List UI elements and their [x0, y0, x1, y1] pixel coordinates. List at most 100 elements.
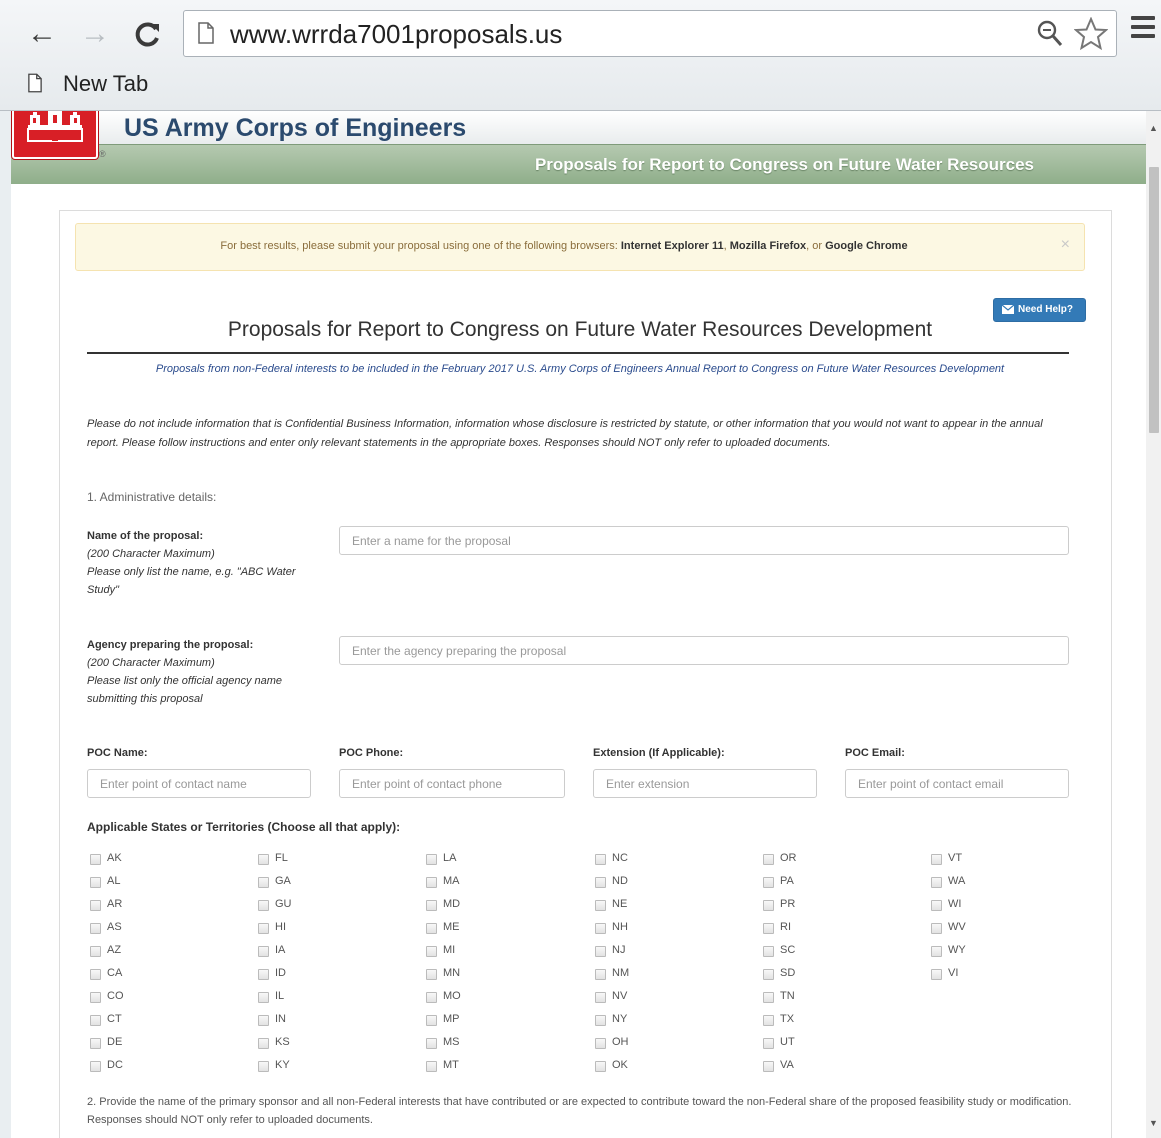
- checkbox[interactable]: [763, 969, 774, 980]
- scroll-thumb[interactable]: [1149, 167, 1159, 433]
- checkbox[interactable]: [931, 923, 942, 934]
- poc-email-label: POC Email:: [845, 747, 905, 759]
- state-code: MA: [443, 875, 460, 887]
- checkbox[interactable]: [763, 1038, 774, 1049]
- state-code: AR: [107, 898, 123, 910]
- checkbox[interactable]: [763, 923, 774, 934]
- checkbox[interactable]: [763, 854, 774, 865]
- checkbox[interactable]: [931, 900, 942, 911]
- scrollbar[interactable]: ▲ ▼: [1146, 111, 1161, 1138]
- site-header: Proposals for Report to Congress on Futu…: [11, 111, 1146, 184]
- address-bar[interactable]: www.wrrda7001proposals.us: [183, 10, 1117, 57]
- checkbox[interactable]: [426, 969, 437, 980]
- reload-button[interactable]: [128, 14, 168, 54]
- menu-icon[interactable]: [1131, 16, 1155, 40]
- proposal-name-label: Name of the proposal: (200 Character Max…: [87, 527, 327, 599]
- state-code: VT: [948, 852, 963, 864]
- scroll-down-arrow-icon[interactable]: ▼: [1149, 1118, 1158, 1128]
- bookmark-star-icon[interactable]: [1074, 17, 1108, 51]
- state-code: OR: [780, 852, 797, 864]
- checkbox[interactable]: [258, 1061, 269, 1072]
- label-main: Agency preparing the proposal:: [87, 639, 254, 651]
- checkbox[interactable]: [763, 1015, 774, 1026]
- checkbox[interactable]: [426, 992, 437, 1003]
- checkbox[interactable]: [258, 877, 269, 888]
- checkbox[interactable]: [258, 1015, 269, 1026]
- state-code: NJ: [612, 944, 626, 956]
- checkbox[interactable]: [426, 900, 437, 911]
- browser-toolbar: ← → www.wrrda7001proposals.us New Tab: [0, 0, 1161, 111]
- checkbox[interactable]: [426, 877, 437, 888]
- checkbox[interactable]: [90, 946, 101, 957]
- checkbox[interactable]: [763, 877, 774, 888]
- state-code: GA: [275, 875, 291, 887]
- checkbox[interactable]: [595, 854, 606, 865]
- checkbox[interactable]: [258, 854, 269, 865]
- poc-name-input[interactable]: [87, 769, 311, 798]
- label-hint: Please only list the name, e.g. "ABC Wat…: [87, 566, 296, 596]
- checkbox[interactable]: [595, 1038, 606, 1049]
- checkbox[interactable]: [90, 992, 101, 1003]
- state-code: VI: [948, 967, 959, 979]
- state-code: CT: [107, 1013, 122, 1025]
- poc-email-input[interactable]: [845, 769, 1069, 798]
- checkbox[interactable]: [258, 923, 269, 934]
- checkbox[interactable]: [258, 900, 269, 911]
- checkbox[interactable]: [426, 1038, 437, 1049]
- checkbox[interactable]: [595, 946, 606, 957]
- back-button[interactable]: ←: [22, 14, 62, 54]
- checkbox[interactable]: [763, 1061, 774, 1072]
- checkbox[interactable]: [258, 969, 269, 980]
- checkbox[interactable]: [426, 854, 437, 865]
- checkbox[interactable]: [90, 923, 101, 934]
- scroll-up-arrow-icon[interactable]: ▲: [1149, 123, 1158, 133]
- close-icon[interactable]: ×: [1061, 236, 1070, 254]
- checkbox[interactable]: [595, 923, 606, 934]
- checkbox[interactable]: [931, 854, 942, 865]
- page-title: Proposals for Report to Congress on Futu…: [227, 318, 933, 341]
- url-text[interactable]: www.wrrda7001proposals.us: [230, 19, 562, 50]
- proposal-name-input[interactable]: [339, 526, 1069, 555]
- checkbox[interactable]: [426, 923, 437, 934]
- checkbox[interactable]: [90, 854, 101, 865]
- poc-phone-input[interactable]: [339, 769, 565, 798]
- checkbox[interactable]: [763, 992, 774, 1003]
- checkbox[interactable]: [426, 946, 437, 957]
- checkbox[interactable]: [931, 969, 942, 980]
- checkbox[interactable]: [90, 900, 101, 911]
- checkbox[interactable]: [595, 969, 606, 980]
- checkbox[interactable]: [931, 946, 942, 957]
- checkbox[interactable]: [90, 1061, 101, 1072]
- checkbox[interactable]: [931, 877, 942, 888]
- label-max: (200 Character Maximum): [87, 657, 215, 669]
- checkbox[interactable]: [595, 1015, 606, 1026]
- checkbox[interactable]: [595, 900, 606, 911]
- banner-title: Proposals for Report to Congress on Futu…: [534, 155, 1034, 174]
- agency-input[interactable]: [339, 636, 1069, 665]
- state-code: MI: [443, 944, 456, 956]
- checkbox[interactable]: [595, 992, 606, 1003]
- checkbox[interactable]: [595, 877, 606, 888]
- checkbox[interactable]: [258, 1038, 269, 1049]
- checkbox[interactable]: [426, 1061, 437, 1072]
- extension-input[interactable]: [593, 769, 817, 798]
- checkbox[interactable]: [763, 900, 774, 911]
- checkbox[interactable]: [90, 1015, 101, 1026]
- checkbox[interactable]: [763, 946, 774, 957]
- state-code: NE: [612, 898, 628, 910]
- state-code: MD: [443, 898, 461, 910]
- checkbox[interactable]: [258, 992, 269, 1003]
- checkbox[interactable]: [90, 969, 101, 980]
- checkbox[interactable]: [90, 1038, 101, 1049]
- label-hint: Please list only the official agency nam…: [87, 675, 283, 705]
- checkbox[interactable]: [258, 946, 269, 957]
- checkbox[interactable]: [595, 1061, 606, 1072]
- forward-button[interactable]: →: [75, 14, 115, 54]
- state-code: CA: [107, 967, 123, 979]
- alert-browser-firefox: Mozilla Firefox: [729, 240, 807, 252]
- state-code: MN: [443, 967, 461, 979]
- checkbox[interactable]: [426, 1015, 437, 1026]
- zoom-icon[interactable]: [1036, 19, 1064, 49]
- checkbox[interactable]: [90, 877, 101, 888]
- tab-label[interactable]: New Tab: [63, 71, 148, 97]
